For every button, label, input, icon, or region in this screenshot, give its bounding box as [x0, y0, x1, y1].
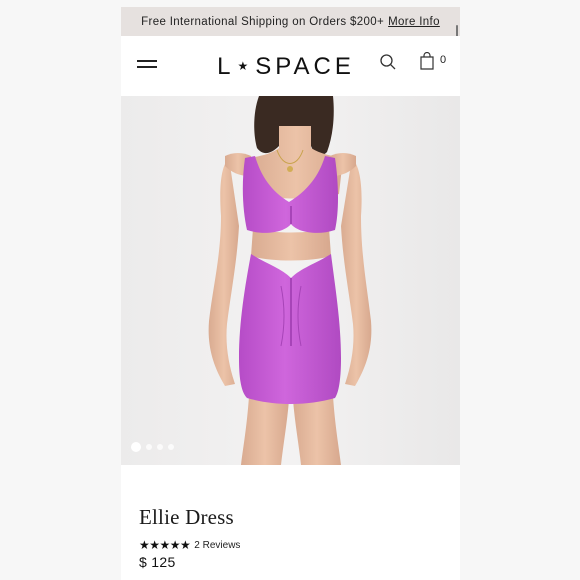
- menu-icon[interactable]: [137, 60, 157, 72]
- logo-text-right: SPACE: [255, 53, 355, 80]
- product-rating[interactable]: ★★★★★ 2 Reviews: [139, 538, 240, 552]
- more-info-link[interactable]: More Info: [388, 16, 440, 28]
- gallery-dot-3[interactable]: [157, 444, 163, 450]
- product-price: $ 125: [139, 554, 176, 570]
- brand-logo[interactable]: L ★ SPACE: [217, 53, 351, 81]
- cart-count: 0: [440, 54, 447, 66]
- product-page: Free International Shipping on Orders $2…: [121, 7, 460, 580]
- gallery-dot-2[interactable]: [146, 444, 152, 450]
- logo-text-left: L: [217, 53, 235, 80]
- site-header: L ★ SPACE 0: [121, 36, 460, 96]
- promo-text: Free International Shipping on Orders $2…: [141, 15, 385, 28]
- promo-banner: Free International Shipping on Orders $2…: [121, 7, 460, 36]
- logo-star: ★: [237, 59, 253, 73]
- gallery-dot-1[interactable]: [131, 442, 141, 452]
- search-icon[interactable]: [379, 53, 397, 71]
- product-title: Ellie Dress: [139, 505, 234, 529]
- product-photo: [121, 96, 460, 465]
- rating-stars: ★★★★★: [139, 538, 191, 552]
- reviews-link[interactable]: 2 Reviews: [194, 540, 240, 551]
- product-image-gallery[interactable]: [121, 96, 460, 465]
- gallery-dot-4[interactable]: [168, 444, 174, 450]
- gallery-pagination: [131, 442, 174, 452]
- shopping-bag-icon[interactable]: [419, 52, 435, 70]
